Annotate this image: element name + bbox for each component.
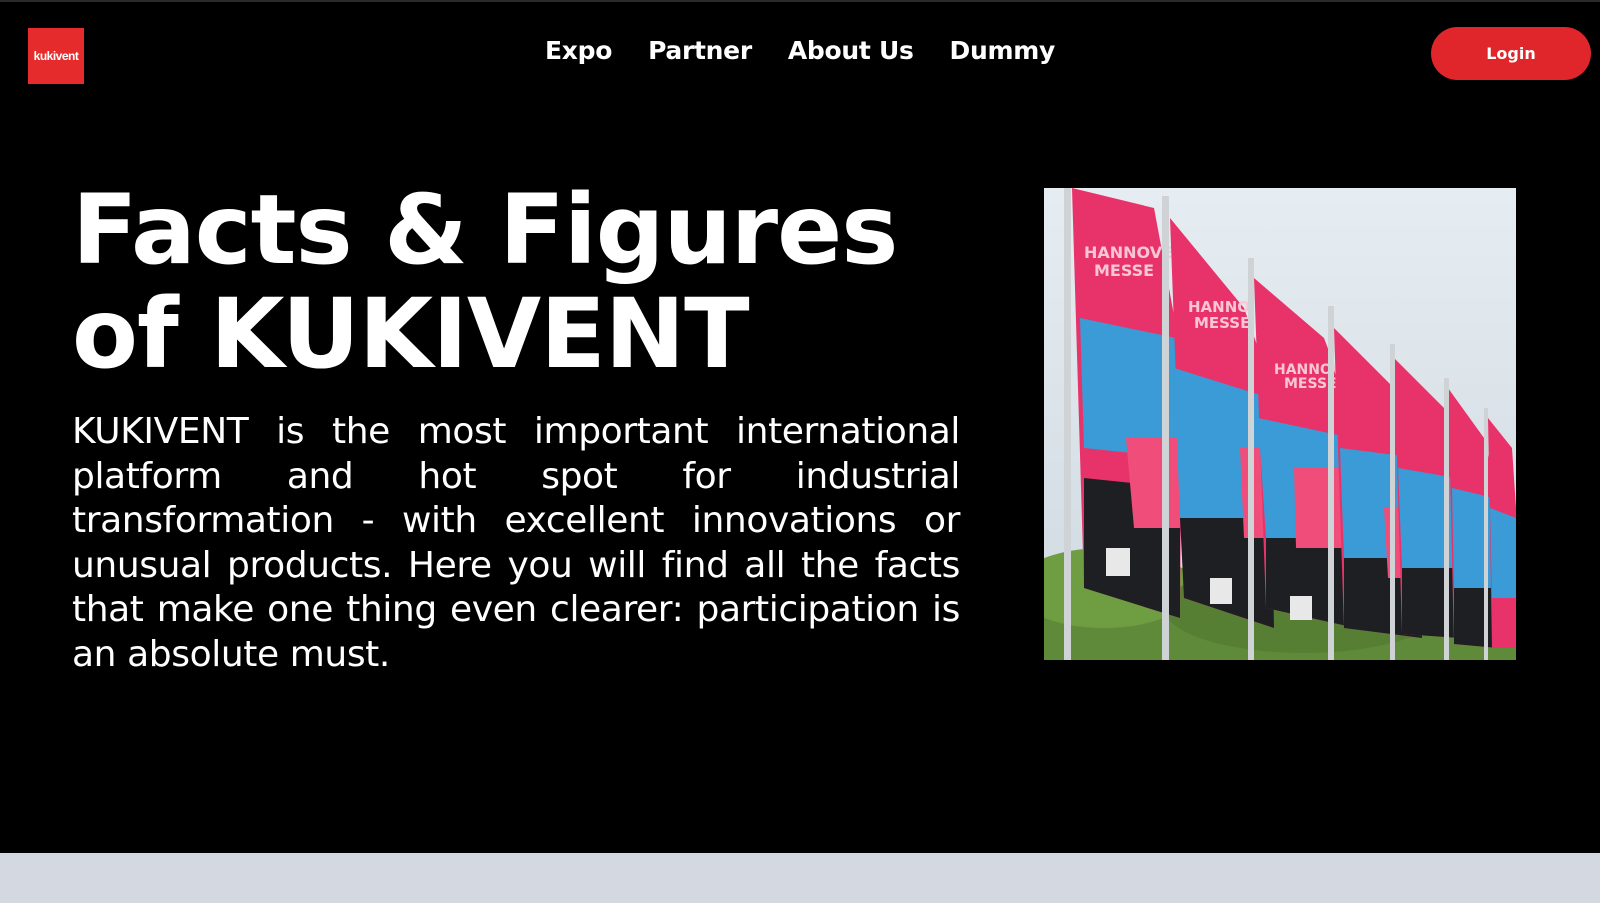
nav-item-expo[interactable]: Expo <box>545 36 612 65</box>
nav-item-about-us[interactable]: About Us <box>788 36 914 65</box>
login-button[interactable]: Login <box>1431 27 1591 80</box>
nav-item-dummy[interactable]: Dummy <box>950 36 1056 65</box>
main-nav: Expo Partner About Us Dummy <box>0 36 1600 65</box>
hero-title-line-1: Facts & Figures <box>72 174 898 286</box>
svg-text:MESSE: MESSE <box>1194 314 1250 332</box>
svg-text:MESSE: MESSE <box>1094 261 1154 280</box>
hero-description: KUKIVENT is the most important internati… <box>72 411 960 675</box>
nav-item-partner[interactable]: Partner <box>648 36 752 65</box>
footer-band <box>0 853 1600 903</box>
flag-1-text: HANNOVER <box>1084 243 1185 262</box>
hannover-messe-flags-image: HANNOVER MESSE HANNO MESSE HANNOVER MESS… <box>1044 188 1516 660</box>
site-header: kukivent Expo Partner About Us Dummy Log… <box>0 0 1600 110</box>
flags-illustration: HANNOVER MESSE HANNO MESSE HANNOVER MESS… <box>1044 188 1516 660</box>
hero-title: Facts & Figures of KUKIVENT <box>72 178 972 386</box>
hero-title-line-2: of KUKIVENT <box>72 278 750 390</box>
